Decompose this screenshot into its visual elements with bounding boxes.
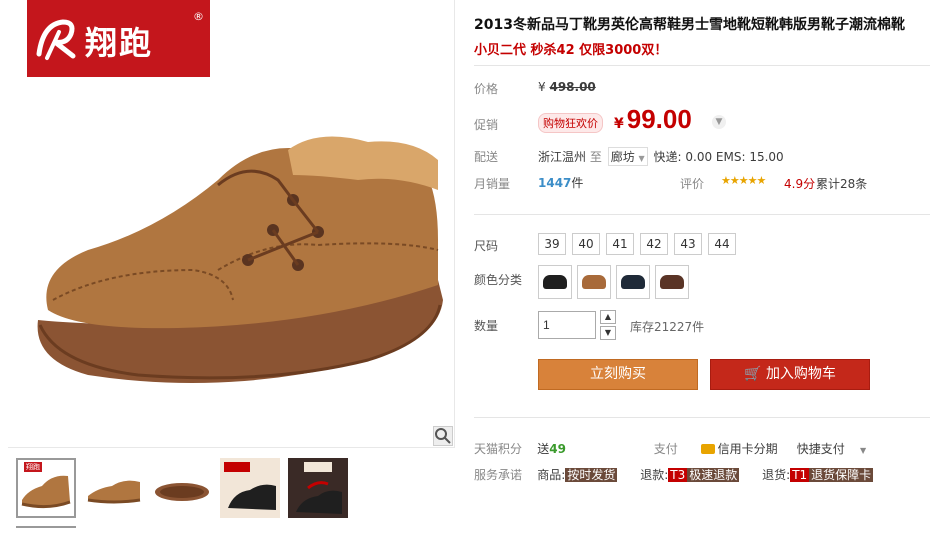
sales-label: 月销量	[474, 177, 511, 191]
shipping-info: 浙江温州 至 廊坊 ▼ 快递: 0.00 EMS: 15.00	[538, 147, 784, 166]
buy-now-button[interactable]: 立刻购买	[538, 359, 698, 390]
sales-unit: 件	[571, 176, 584, 190]
swatch-shoe-icon	[582, 275, 606, 289]
thumb-shoe-side-icon	[87, 480, 141, 504]
price-label: 价格	[474, 82, 499, 96]
review-count-link[interactable]: 累计28条	[816, 175, 867, 192]
divider	[474, 417, 930, 418]
ship-fee: 快递: 0.00 EMS: 15.00	[653, 150, 784, 164]
ship-to-word: 至	[589, 150, 602, 164]
service-refund-code: T3	[668, 468, 688, 482]
registered-mark: ®	[193, 10, 204, 23]
thumb-model-icon	[288, 458, 348, 518]
product-subtitle: 小贝二代 秒杀42 仅限3000双！	[474, 43, 668, 58]
product-gallery: 翔跑 ® 翔跑	[8, 0, 455, 533]
service-goods: 商品:	[537, 468, 566, 482]
thumbnail-2[interactable]	[84, 458, 144, 518]
swatch-shoe-icon	[660, 275, 684, 289]
color-swatch-navy[interactable]	[616, 265, 650, 299]
thumb-sole-icon	[155, 483, 209, 501]
service-goods-tag: 按时发货	[565, 468, 618, 482]
service-row: 服务承诺 商品: 按时发货 退款: T3 极速退款 退货: T1 退货保障卡	[474, 466, 874, 483]
thumbnail-4[interactable]	[220, 458, 280, 518]
swatch-shoe-icon	[621, 275, 645, 289]
points-label: 天猫积分	[474, 442, 523, 456]
ship-from: 浙江温州	[538, 150, 587, 164]
thumbnail-active-indicator	[16, 526, 76, 528]
quantity-input[interactable]	[538, 311, 596, 339]
add-to-cart-label: 加入购物车	[765, 366, 836, 382]
pay-label: 支付	[653, 442, 678, 456]
service-return-code: T1	[790, 468, 810, 482]
original-price-value: 498.00	[549, 80, 596, 94]
brand-logo-text: 翔跑	[85, 24, 154, 62]
product-title: 2013冬新品马丁靴男英伦高帮鞋男士雪地靴短靴韩版男靴子潮流棉靴	[474, 17, 905, 33]
add-to-cart-button[interactable]: 🛒 加入购物车	[710, 359, 870, 390]
credit-installment[interactable]: 信用卡分期	[700, 442, 778, 456]
currency-symbol: ¥	[538, 80, 546, 94]
ship-destination-select[interactable]: 廊坊 ▼	[607, 147, 648, 166]
points-prefix: 送	[537, 442, 550, 456]
chevron-down-icon[interactable]: ▼	[860, 446, 866, 455]
color-label: 颜色分类	[474, 273, 523, 287]
brand-mark-icon	[36, 19, 76, 60]
size-option[interactable]: 40	[572, 233, 600, 255]
size-option[interactable]: 42	[640, 233, 668, 255]
zoom-icon[interactable]	[433, 426, 453, 446]
brand-logo: 翔跑 ®	[27, 0, 210, 77]
shipping-label: 配送	[474, 150, 499, 164]
credit-card-icon	[700, 444, 715, 454]
ship-destination: 廊坊	[610, 150, 635, 164]
promo-label: 促销	[474, 118, 499, 132]
cart-icon: 🛒	[744, 366, 762, 382]
original-price: ¥ 498.00	[538, 80, 596, 94]
size-label: 尺码	[474, 239, 499, 253]
rating-label: 评价	[680, 177, 705, 191]
service-refund-tag: 极速退款	[687, 468, 740, 482]
thumb-promo-icon	[220, 458, 280, 518]
monthly-sales: 1447件	[538, 174, 583, 191]
quantity-decrement-button[interactable]: ▼	[600, 326, 616, 340]
promo-currency: ¥	[614, 116, 624, 132]
service-refund: 退款:	[640, 468, 669, 482]
promo-price-value: 99.00	[626, 104, 692, 134]
sales-count: 1447	[538, 176, 572, 190]
thumbnail-mini-logo: 翔跑	[24, 462, 42, 472]
size-option[interactable]: 43	[674, 233, 702, 255]
caret-down-icon: ▼	[638, 154, 645, 163]
promo-price: ¥99.00	[614, 104, 692, 135]
thumbnail-3[interactable]	[152, 458, 212, 518]
thumbnail-strip: 翔跑	[8, 447, 455, 533]
points-value: 49	[549, 442, 566, 456]
color-swatch-coffee[interactable]	[655, 265, 689, 299]
quantity-label: 数量	[474, 319, 499, 333]
product-detail: 2013冬新品马丁靴男英伦高帮鞋男士雪地靴短靴韩版男靴子潮流棉靴 小贝二代 秒杀…	[474, 0, 930, 533]
thumbnail-5[interactable]	[288, 458, 348, 518]
stock-info: 库存21227件	[630, 320, 705, 334]
size-option[interactable]: 44	[708, 233, 736, 255]
chevron-down-icon[interactable]: ▼	[712, 115, 726, 129]
color-swatch-black[interactable]	[538, 265, 572, 299]
shoe-image	[37, 136, 443, 383]
quantity-increment-button[interactable]: ▲	[600, 310, 616, 324]
size-option[interactable]: 39	[538, 233, 566, 255]
quick-pay-link[interactable]: 快捷支付	[797, 442, 845, 456]
main-product-image[interactable]: 翔跑 ®	[8, 0, 455, 447]
swatch-shoe-icon	[543, 275, 567, 289]
divider	[474, 65, 930, 66]
rating-stars-icon: ★★★★★	[721, 174, 766, 187]
size-option[interactable]: 41	[606, 233, 634, 255]
service-return-tag: 退货保障卡	[809, 468, 874, 482]
service-return: 退货:	[762, 468, 791, 482]
rating-score: 4.9分	[784, 177, 816, 191]
promo-tag: 购物狂欢价	[538, 113, 603, 133]
divider	[474, 214, 930, 215]
service-label: 服务承诺	[474, 468, 523, 482]
points-row: 天猫积分 送49 支付 信用卡分期 快捷支付 ▼	[474, 440, 866, 457]
thumbnail-1[interactable]: 翔跑	[16, 458, 76, 518]
color-swatch-brown[interactable]	[577, 265, 611, 299]
